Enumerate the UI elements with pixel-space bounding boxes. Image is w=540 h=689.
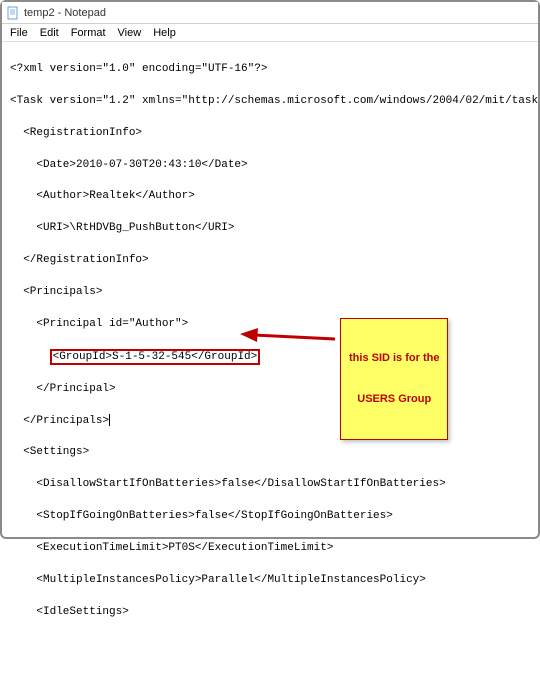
code-line: <Author>Realtek</Author> — [10, 190, 195, 202]
code-line: <Task version="1.2" xmlns="http://schema… — [10, 95, 538, 107]
callout-line1: this SID is for the — [349, 352, 439, 366]
code-line: <Date>2010-07-30T20:43:10</Date> — [10, 159, 248, 171]
code-line: <IdleSettings> — [10, 606, 129, 618]
menu-format[interactable]: Format — [65, 27, 112, 39]
annotation-arrow-icon — [240, 327, 340, 347]
code-line: <?xml version="1.0" encoding="UTF-16"?> — [10, 63, 267, 75]
code-line: </RegistrationInfo> — [10, 254, 149, 266]
text-cursor — [109, 414, 110, 426]
code-line: <MultipleInstancesPolicy>Parallel</Multi… — [10, 574, 426, 586]
window-titlebar: temp2 - Notepad — [2, 2, 538, 24]
highlighted-groupid-line: <GroupId>S-1-5-32-545</GroupId> — [50, 349, 261, 365]
code-line: <Principals> — [10, 286, 102, 298]
notepad-icon — [6, 6, 20, 20]
code-line: </Principals> — [10, 415, 109, 427]
menu-help[interactable]: Help — [147, 27, 182, 39]
annotation-callout: this SID is for the USERS Group — [340, 318, 448, 440]
code-line: <RegistrationInfo> — [10, 127, 142, 139]
code-line: </Principal> — [10, 383, 116, 395]
callout-line2: USERS Group — [349, 393, 439, 407]
code-line-prefix — [10, 351, 50, 363]
code-line: <ExecutionTimeLimit>PT0S</ExecutionTimeL… — [10, 542, 333, 554]
menu-edit[interactable]: Edit — [34, 27, 65, 39]
code-line: <Principal id="Author"> — [10, 318, 188, 330]
window-title: temp2 - Notepad — [24, 7, 106, 19]
menu-file[interactable]: File — [4, 27, 34, 39]
code-line: <DisallowStartIfOnBatteries>false</Disal… — [10, 478, 446, 490]
text-editor-area[interactable]: <?xml version="1.0" encoding="UTF-16"?> … — [2, 42, 538, 689]
code-line: <URI>\RtHDVBg_PushButton</URI> — [10, 222, 234, 234]
code-line: <Settings> — [10, 446, 89, 458]
menu-bar: File Edit Format View Help — [2, 24, 538, 42]
code-line: <StopIfGoingOnBatteries>false</StopIfGoi… — [10, 510, 393, 522]
menu-view[interactable]: View — [112, 27, 148, 39]
